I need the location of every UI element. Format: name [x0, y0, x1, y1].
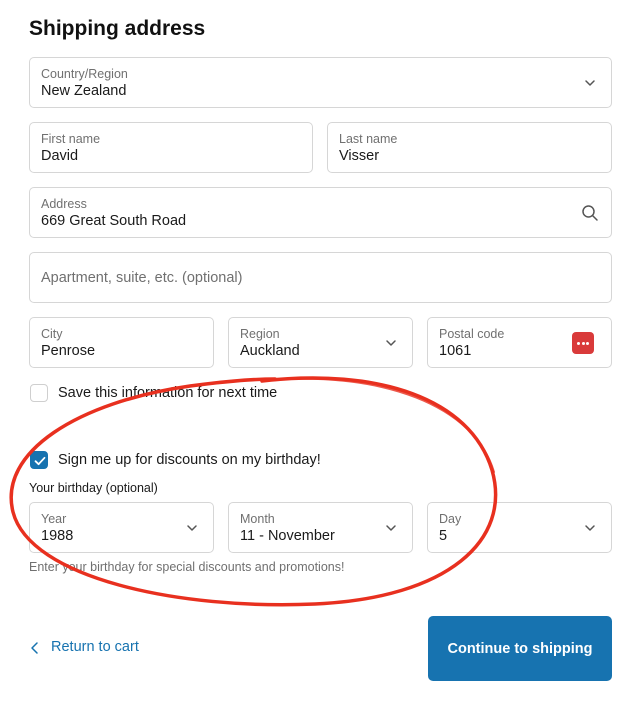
- birth-year-value: 1988: [41, 528, 74, 544]
- birth-day-value: 5: [439, 528, 448, 544]
- checkmark-icon: [34, 456, 46, 466]
- last-name-value: Visser: [339, 148, 380, 164]
- birth-year-label: Year: [41, 512, 67, 526]
- region-select[interactable]: Region Auckland: [228, 317, 413, 368]
- save-info-checkbox[interactable]: [30, 384, 48, 402]
- chevron-down-icon: [384, 521, 398, 535]
- city-field[interactable]: City Penrose: [29, 317, 214, 368]
- password-manager-icon[interactable]: [572, 332, 594, 354]
- country-value: New Zealand: [41, 83, 127, 99]
- last-name-field[interactable]: Last name Visser: [327, 122, 612, 173]
- birth-month-label: Month: [240, 512, 275, 526]
- last-name-label: Last name: [339, 132, 398, 146]
- address-field[interactable]: Address 669 Great South Road: [29, 187, 612, 238]
- birthday-signup-label[interactable]: Sign me up for discounts on my birthday!: [58, 452, 321, 468]
- region-label: Region: [240, 327, 280, 341]
- postal-code-label: Postal code: [439, 327, 505, 341]
- chevron-down-icon: [583, 76, 597, 90]
- chevron-down-icon: [583, 521, 597, 535]
- continue-to-shipping-button[interactable]: Continue to shipping: [428, 616, 612, 681]
- birth-month-select[interactable]: Month 11 - November: [228, 502, 413, 553]
- birthday-hint: Enter your birthday for special discount…: [29, 560, 345, 574]
- region-value: Auckland: [240, 343, 300, 359]
- city-label: City: [41, 327, 63, 341]
- birthday-signup-checkbox[interactable]: [30, 451, 48, 469]
- birth-day-select[interactable]: Day 5: [427, 502, 612, 553]
- country-label: Country/Region: [41, 67, 128, 81]
- city-value: Penrose: [41, 343, 96, 359]
- address-label: Address: [41, 197, 87, 211]
- first-name-value: David: [41, 148, 79, 164]
- postal-code-field[interactable]: Postal code 1061: [427, 317, 612, 368]
- address-value: 669 Great South Road: [41, 213, 187, 229]
- return-to-cart-label: Return to cart: [51, 639, 139, 655]
- birth-day-label: Day: [439, 512, 462, 526]
- country-select[interactable]: Country/Region New Zealand: [29, 57, 612, 108]
- apartment-placeholder: Apartment, suite, etc. (optional): [41, 270, 243, 286]
- birthday-heading: Your birthday (optional): [29, 481, 158, 495]
- first-name-field[interactable]: First name David: [29, 122, 313, 173]
- search-icon[interactable]: [581, 204, 599, 222]
- birth-month-value: 11 - November: [240, 528, 335, 544]
- apartment-field[interactable]: Apartment, suite, etc. (optional): [29, 252, 612, 303]
- postal-code-value: 1061: [439, 343, 472, 359]
- save-info-label[interactable]: Save this information for next time: [58, 385, 277, 401]
- birth-year-select[interactable]: Year 1988: [29, 502, 214, 553]
- chevron-down-icon: [185, 521, 199, 535]
- page-title: Shipping address: [29, 17, 206, 40]
- chevron-left-icon: [29, 641, 41, 659]
- first-name-label: First name: [41, 132, 101, 146]
- chevron-down-icon: [384, 336, 398, 350]
